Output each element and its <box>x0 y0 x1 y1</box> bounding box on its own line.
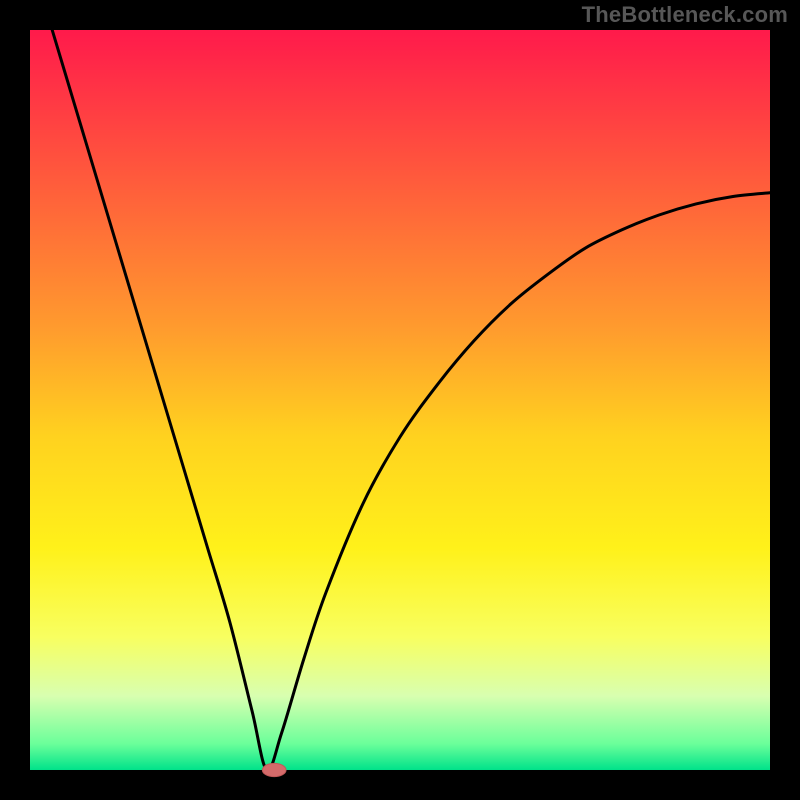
chart-container: TheBottleneck.com <box>0 0 800 800</box>
attribution-text: TheBottleneck.com <box>582 2 788 28</box>
optimal-marker <box>262 763 286 776</box>
bottleneck-curve-plot <box>0 0 800 800</box>
plot-background <box>30 30 770 770</box>
